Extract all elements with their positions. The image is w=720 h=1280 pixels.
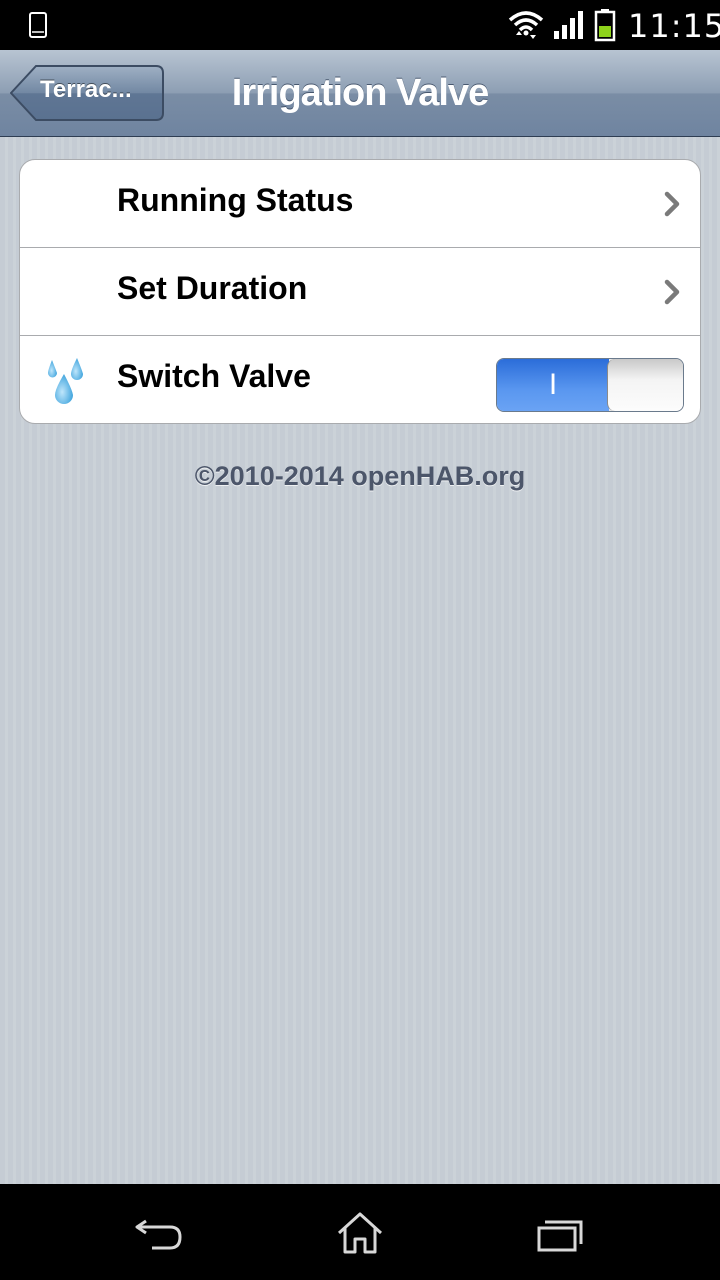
system-navigation-bar bbox=[0, 1184, 720, 1280]
status-time: 11:15 bbox=[628, 7, 720, 45]
list-item-set-duration[interactable]: Set Duration bbox=[20, 248, 700, 336]
list-item-running-status[interactable]: Running Status bbox=[20, 160, 700, 248]
switch-valve-toggle[interactable]: I bbox=[496, 358, 684, 412]
wifi-icon bbox=[508, 11, 544, 39]
recent-apps-icon[interactable] bbox=[536, 1216, 586, 1254]
list-item-switch-valve: Switch Valve I bbox=[20, 336, 700, 423]
back-button[interactable]: Terrac... bbox=[10, 64, 164, 121]
back-icon[interactable] bbox=[134, 1215, 186, 1253]
signal-icon bbox=[554, 11, 583, 39]
settings-group: Running Status Set Duration Switch Valve… bbox=[19, 159, 701, 424]
phone-icon bbox=[29, 12, 47, 38]
page-title: Irrigation Valve bbox=[231, 72, 489, 114]
status-bar: 11:15 bbox=[0, 0, 720, 50]
toggle-knob[interactable] bbox=[607, 359, 683, 411]
chevron-right-icon bbox=[664, 279, 680, 305]
battery-icon bbox=[594, 9, 616, 42]
switch-valve-label: Switch Valve bbox=[117, 358, 311, 394]
water-drops-icon bbox=[48, 358, 83, 404]
footer-copyright: ©2010-2014 openHAB.org bbox=[194, 461, 526, 491]
home-icon[interactable] bbox=[336, 1211, 384, 1255]
navigation-bar: Terrac... Irrigation Valve bbox=[0, 50, 720, 137]
running-status-label: Running Status bbox=[117, 182, 354, 218]
toggle-on-label: I bbox=[497, 359, 609, 411]
chevron-right-icon bbox=[664, 191, 680, 217]
set-duration-label: Set Duration bbox=[117, 270, 308, 306]
content-area: Running Status Set Duration Switch Valve… bbox=[0, 137, 720, 1184]
back-button-label: Terrac... bbox=[40, 76, 132, 103]
